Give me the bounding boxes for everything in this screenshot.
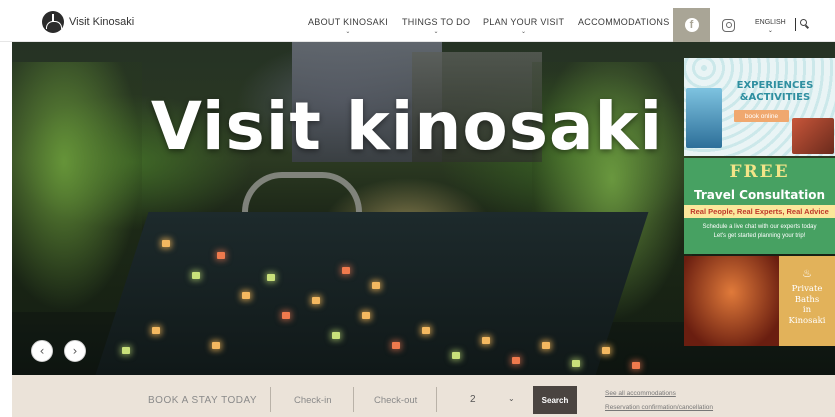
lantern xyxy=(452,352,460,359)
promo-free-label: FREE xyxy=(729,162,790,182)
hero-photo-bridge xyxy=(242,172,362,212)
promo-private-baths[interactable]: ♨ Private Baths in Kinosaki xyxy=(684,256,835,346)
search-button[interactable] xyxy=(800,17,810,29)
booking-label: BOOK A STAY TODAY xyxy=(148,395,258,406)
lantern xyxy=(212,342,220,349)
promo-consultation-tagline: Real People, Real Experts, Real Advice xyxy=(684,205,835,218)
nav-accommodations[interactable]: ACCOMMODATIONS xyxy=(578,17,670,27)
divider xyxy=(795,18,796,31)
lantern xyxy=(362,312,370,319)
divider xyxy=(270,387,271,412)
language-label: ENGLISH xyxy=(755,19,786,26)
chevron-down-icon: ⌄ xyxy=(345,29,351,35)
page: Visit Kinosaki ABOUT KINOSAKI ⌄ THINGS T… xyxy=(0,0,835,417)
promo-experiences-title: EXPERIENCES &ACTIVITIES xyxy=(736,80,814,103)
nav-label: ACCOMMODATIONS xyxy=(578,17,670,27)
lantern xyxy=(342,267,350,274)
promo-photo xyxy=(684,256,779,346)
lantern xyxy=(542,342,550,349)
lantern xyxy=(242,292,250,299)
chevron-left-icon: ‹ xyxy=(39,344,45,358)
lantern xyxy=(422,327,430,334)
lantern xyxy=(572,360,580,367)
chevron-down-icon: ⌄ xyxy=(508,394,515,403)
lantern xyxy=(632,362,640,369)
promo-consultation-subtitle: Let's get started planning your trip! xyxy=(713,233,806,239)
hero-photo-canal xyxy=(95,212,649,375)
onsen-icon: ♨ xyxy=(802,268,812,280)
lantern xyxy=(602,347,610,354)
language-selector[interactable]: ENGLISH ⌄ xyxy=(755,19,786,35)
chevron-down-icon: ⌄ xyxy=(767,28,773,34)
lantern xyxy=(217,252,225,259)
lantern xyxy=(332,332,340,339)
promo-baths-title: Private Baths in Kinosaki xyxy=(788,284,826,326)
promo-consultation-subtitle: Schedule a live chat with our experts to… xyxy=(702,224,817,230)
booking-bar: BOOK A STAY TODAY Check-in Check-out 2 ⌄… xyxy=(12,375,835,417)
nav-things-to-do[interactable]: THINGS TO DO ⌄ xyxy=(402,17,470,36)
lantern xyxy=(152,327,160,334)
site-header: Visit Kinosaki ABOUT KINOSAKI ⌄ THINGS T… xyxy=(0,0,835,42)
lantern xyxy=(162,240,170,247)
logo-icon xyxy=(42,11,64,33)
logo-text: Visit Kinosaki xyxy=(69,16,135,28)
instagram-link[interactable] xyxy=(710,8,747,42)
see-all-accommodations-link[interactable]: See all accommodations xyxy=(605,390,676,397)
lantern xyxy=(512,357,520,364)
book-online-button[interactable]: book online xyxy=(734,110,789,122)
guests-select[interactable]: 2 ⌄ xyxy=(470,394,518,405)
lantern xyxy=(267,274,275,281)
chevron-right-icon: › xyxy=(72,344,78,358)
lantern xyxy=(122,347,130,354)
lantern xyxy=(482,337,490,344)
site-logo[interactable]: Visit Kinosaki xyxy=(42,11,134,33)
promo-consultation-title: Travel Consultation xyxy=(694,188,825,202)
instagram-icon xyxy=(722,18,735,32)
divider xyxy=(353,387,354,412)
reservation-confirmation-link[interactable]: Reservation confirmation/cancellation xyxy=(605,404,713,411)
lantern xyxy=(312,297,320,304)
search-button[interactable]: Search xyxy=(533,386,577,414)
chevron-down-icon: ⌄ xyxy=(521,29,527,35)
promo-photo xyxy=(792,118,834,154)
nav-label: PLAN YOUR VISIT xyxy=(483,17,565,27)
guests-value: 2 xyxy=(470,394,476,405)
nav-about-kinosaki[interactable]: ABOUT KINOSAKI ⌄ xyxy=(308,17,388,36)
checkin-field[interactable]: Check-in xyxy=(294,395,332,406)
divider xyxy=(436,387,437,412)
hero-prev-button[interactable]: ‹ xyxy=(31,340,53,362)
facebook-link[interactable]: f xyxy=(673,8,710,42)
facebook-icon: f xyxy=(684,18,699,32)
promo-photo xyxy=(686,88,722,148)
lantern xyxy=(282,312,290,319)
nav-plan-your-visit[interactable]: PLAN YOUR VISIT ⌄ xyxy=(483,17,564,36)
promo-experiences[interactable]: EXPERIENCES &ACTIVITIES book online xyxy=(684,58,835,156)
promo-travel-consultation[interactable]: FREE Travel Consultation Real People, Re… xyxy=(684,158,835,254)
nav-label: THINGS TO DO xyxy=(402,17,471,27)
checkout-field[interactable]: Check-out xyxy=(374,395,417,406)
nav-label: ABOUT KINOSAKI xyxy=(308,17,389,27)
hero-next-button[interactable]: › xyxy=(64,340,86,362)
lantern xyxy=(392,342,400,349)
chevron-down-icon: ⌄ xyxy=(433,29,439,35)
lantern xyxy=(372,282,380,289)
lantern xyxy=(192,272,200,279)
